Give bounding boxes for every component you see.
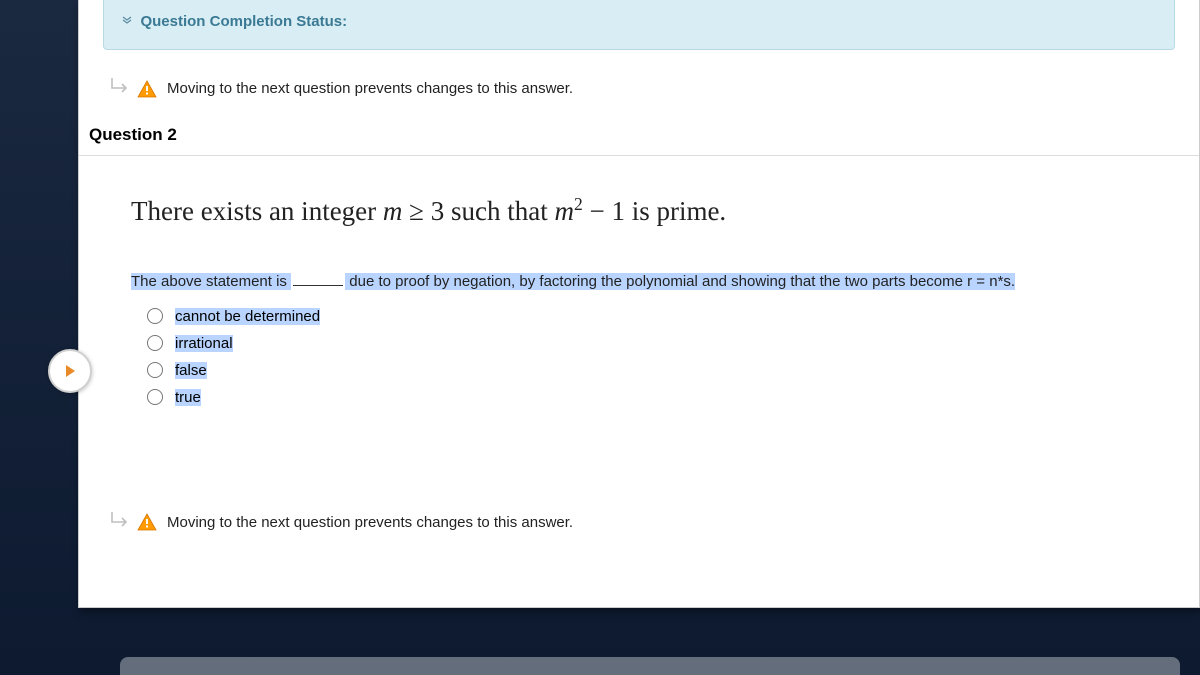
warning-row-bottom: Moving to the next question prevents cha… — [79, 488, 1199, 553]
blank-fill — [293, 285, 343, 286]
question-body: There exists an integer m ≥ 3 such that … — [79, 156, 1199, 436]
chevron-down-icon — [122, 15, 132, 28]
prompt-part-b: due to proof by negation, by factoring t… — [345, 273, 1015, 290]
radio-irrational[interactable] — [147, 335, 163, 351]
question-header: Question 2 — [79, 119, 1199, 156]
status-label: Question Completion Status: — [140, 13, 347, 30]
radio-cannot-be-determined[interactable] — [147, 308, 163, 324]
warning-text: Moving to the next question prevents cha… — [167, 80, 573, 97]
radio-false[interactable] — [147, 362, 163, 378]
option-false[interactable]: false — [147, 362, 1159, 379]
options-group: cannot be determined irrational false tr… — [131, 308, 1159, 406]
play-button[interactable] — [48, 349, 92, 393]
footer-bar — [120, 657, 1180, 675]
completion-status-bar[interactable]: Question Completion Status: — [103, 0, 1175, 50]
warning-text: Moving to the next question prevents cha… — [167, 514, 573, 531]
option-cannot-be-determined[interactable]: cannot be determined — [147, 308, 1159, 325]
option-label: cannot be determined — [175, 308, 320, 325]
prompt-line: The above statement is due to proof by n… — [131, 271, 1159, 294]
sub-arrow-icon — [109, 76, 131, 101]
warning-row-top: Moving to the next question prevents cha… — [79, 54, 1199, 119]
warning-icon — [137, 513, 157, 531]
radio-true[interactable] — [147, 389, 163, 405]
option-label: irrational — [175, 335, 233, 352]
option-label: false — [175, 362, 207, 379]
warning-icon — [137, 80, 157, 98]
sub-arrow-icon — [109, 510, 131, 535]
play-icon — [62, 363, 78, 379]
question-panel: Question Completion Status: Moving to th… — [78, 0, 1200, 608]
prompt-part-a: The above statement is — [131, 273, 291, 290]
math-statement: There exists an integer m ≥ 3 such that … — [131, 194, 1159, 227]
option-label: true — [175, 389, 201, 406]
option-true[interactable]: true — [147, 389, 1159, 406]
option-irrational[interactable]: irrational — [147, 335, 1159, 352]
